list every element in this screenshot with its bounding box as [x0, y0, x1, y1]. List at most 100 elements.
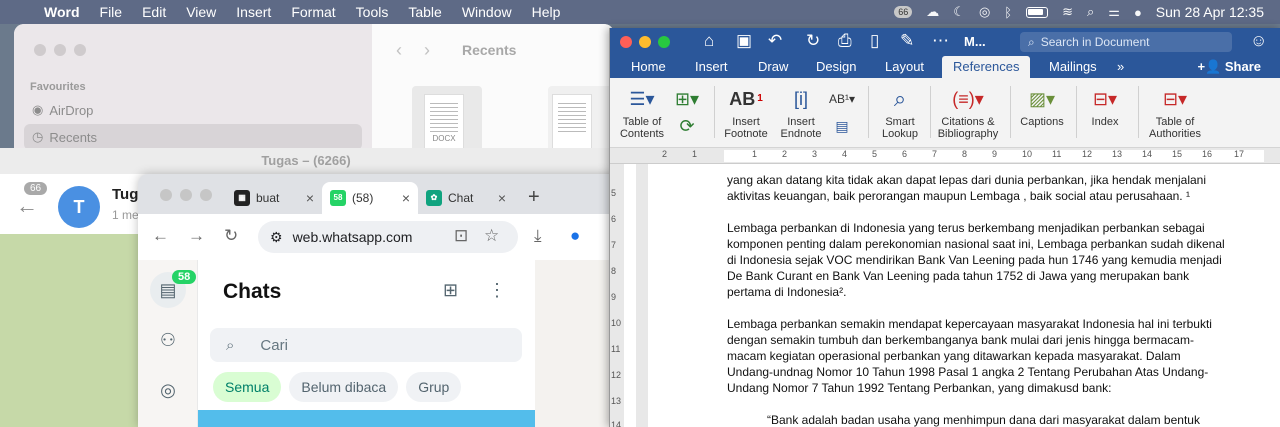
close-tab-icon[interactable]: × — [498, 190, 506, 206]
menu-app-name[interactable]: Word — [40, 4, 90, 20]
horizontal-ruler[interactable]: 2 1 1 2 3 4 5 6 7 8 9 10 11 12 13 14 15 … — [610, 148, 1280, 164]
tab-home[interactable]: Home — [620, 56, 677, 78]
new-chat-icon[interactable]: ⊞ — [443, 280, 458, 301]
insert-endnote-button[interactable]: [i] Insert Endnote — [774, 82, 828, 146]
spotlight-search-icon[interactable]: ⌕ — [1087, 4, 1094, 20]
more-tabs-icon[interactable]: » — [1106, 56, 1135, 78]
paragraph[interactable]: yang akan datang kita tidak akan dapat l… — [727, 172, 1227, 204]
close-button[interactable] — [34, 44, 46, 56]
tab-mailings[interactable]: Mailings — [1038, 56, 1108, 78]
tab-design[interactable]: Design — [805, 56, 867, 78]
forward-icon[interactable]: › — [424, 40, 430, 61]
vertical-ruler[interactable]: 5 6 7 8 9 10 11 12 13 14 — [610, 164, 648, 427]
menu-insert[interactable]: Insert — [226, 4, 281, 20]
zoom-button[interactable] — [658, 36, 670, 48]
status-icon[interactable]: ◎ — [150, 372, 186, 408]
browser-tab[interactable]: ▦ buat × — [226, 182, 322, 214]
sidebar-item-recents[interactable]: ◷ Recents — [24, 124, 362, 150]
address-bar[interactable]: ⚙ web.whatsapp.com — [258, 221, 518, 253]
insert-footnote-button[interactable]: AB 1 Insert Footnote — [720, 82, 772, 146]
wifi-icon[interactable]: ≋ — [1062, 4, 1073, 20]
citations-bibliography-button[interactable]: (≡)▾ Citations & Bibliography — [934, 82, 1002, 146]
paragraph[interactable]: Lembaga perbankan semakin mendapat keper… — [727, 316, 1227, 396]
menu-help[interactable]: Help — [522, 4, 571, 20]
minimize-button[interactable] — [54, 44, 66, 56]
close-tab-icon[interactable]: × — [306, 190, 314, 206]
sidebar-item-airdrop[interactable]: ◉ AirDrop — [24, 97, 362, 123]
tab-insert[interactable]: Insert — [684, 56, 739, 78]
bookmark-star-icon[interactable]: ☆ — [484, 226, 499, 246]
new-tab-icon[interactable]: + — [528, 186, 540, 209]
focus-moon-icon[interactable]: ☾ — [953, 4, 965, 20]
menubar-clock[interactable]: Sun 28 Apr 12:35 — [1156, 4, 1264, 20]
table-of-authorities-button[interactable]: ⊟▾ Table of Authorities — [1144, 82, 1206, 146]
search-input[interactable]: ⌕ Search in Document — [1020, 32, 1232, 52]
install-app-icon[interactable]: ⊡ — [454, 226, 468, 246]
print-icon[interactable]: ⎙ — [838, 31, 852, 51]
avatar[interactable]: T — [58, 186, 100, 228]
smart-lookup-button[interactable]: ⌕ Smart Lookup — [874, 82, 926, 146]
zoom-button[interactable] — [74, 44, 86, 56]
forward-icon[interactable]: → — [188, 226, 205, 246]
creative-cloud-icon[interactable]: ☁ — [926, 4, 939, 20]
chip-all[interactable]: Semua — [213, 372, 282, 402]
menu-view[interactable]: View — [176, 4, 226, 20]
document-page[interactable]: yang akan datang kita tidak akan dapat l… — [648, 164, 1280, 427]
zoom-button[interactable] — [200, 189, 212, 201]
menu-format[interactable]: Format — [281, 4, 345, 20]
next-footnote-button[interactable]: AB¹▾ ▤ — [826, 82, 858, 146]
new-document-icon[interactable]: ▯ — [870, 31, 879, 51]
index-button[interactable]: ⊟▾ Index — [1080, 82, 1130, 146]
battery-icon[interactable] — [1026, 6, 1049, 18]
captions-button[interactable]: ▨▾ Captions — [1014, 82, 1070, 146]
siri-icon[interactable]: ● — [1134, 5, 1142, 20]
menu-tools[interactable]: Tools — [346, 4, 399, 20]
paragraph[interactable]: Lembaga perbankan di Indonesia yang teru… — [727, 220, 1227, 300]
menu-window[interactable]: Window — [452, 4, 522, 20]
profile-icon[interactable]: ● — [570, 226, 580, 246]
undo-icon[interactable]: ↶ — [768, 31, 782, 51]
document-name[interactable]: M... — [964, 34, 986, 49]
update-table-button[interactable]: ⊞▾ ⟳ — [670, 82, 704, 146]
tab-draw[interactable]: Draw — [747, 56, 799, 78]
save-icon[interactable]: ▣ — [736, 31, 752, 51]
control-center-icon[interactable]: ⚌ — [1108, 4, 1120, 20]
minimize-button[interactable] — [639, 36, 651, 48]
redo-icon[interactable]: ↻ — [806, 31, 820, 51]
chat-list-item-selected[interactable] — [198, 410, 535, 427]
back-icon[interactable]: ← — [152, 226, 169, 246]
table-of-contents-button[interactable]: ☰▾ Table of Contents — [616, 82, 668, 146]
menu-edit[interactable]: Edit — [132, 4, 176, 20]
tab-references[interactable]: References — [942, 56, 1031, 78]
share-button[interactable]: +👤 Share — [1197, 56, 1261, 78]
status-badge[interactable]: 66 — [894, 6, 913, 18]
close-button[interactable] — [620, 36, 632, 48]
browser-tab[interactable]: ✿ Chat × — [418, 182, 514, 214]
account-icon[interactable]: ☺ — [1250, 31, 1267, 51]
home-icon[interactable]: ⌂ — [704, 31, 714, 51]
add-text-icon: ⊞▾ — [674, 89, 700, 109]
reload-icon[interactable]: ↻ — [224, 226, 238, 246]
tab-layout[interactable]: Layout — [874, 56, 935, 78]
minimize-button[interactable] — [180, 189, 192, 201]
browser-tab-active[interactable]: 58 (58) × — [322, 182, 418, 214]
quote-paragraph[interactable]: “Bank adalah badan usaha yang menhimpun … — [727, 412, 1227, 427]
search-input[interactable]: ⌕ Cari — [210, 328, 522, 362]
menu-file[interactable]: File — [90, 4, 133, 20]
chip-unread[interactable]: Belum dibaca — [289, 372, 399, 402]
back-arrow-icon[interactable]: ← — [16, 193, 38, 219]
close-tab-icon[interactable]: × — [402, 190, 410, 206]
chip-groups[interactable]: Grup — [406, 372, 462, 402]
menu-table[interactable]: Table — [398, 4, 451, 20]
menu-dots-icon[interactable]: ⋮ — [488, 280, 506, 301]
site-settings-icon[interactable]: ⚙ — [270, 229, 283, 246]
airplay-icon[interactable]: ◎ — [979, 4, 990, 20]
back-icon[interactable]: ‹ — [396, 40, 402, 61]
edit-icon[interactable]: ✎ — [900, 31, 914, 51]
document-body[interactable]: yang akan datang kita tidak akan dapat l… — [727, 172, 1227, 427]
more-icon[interactable]: ⋯ — [932, 31, 949, 51]
close-button[interactable] — [160, 189, 172, 201]
communities-icon[interactable]: ⚇ — [150, 322, 186, 358]
download-icon[interactable]: ⤓ — [534, 226, 542, 246]
bluetooth-icon[interactable]: ᛒ — [1004, 5, 1012, 20]
